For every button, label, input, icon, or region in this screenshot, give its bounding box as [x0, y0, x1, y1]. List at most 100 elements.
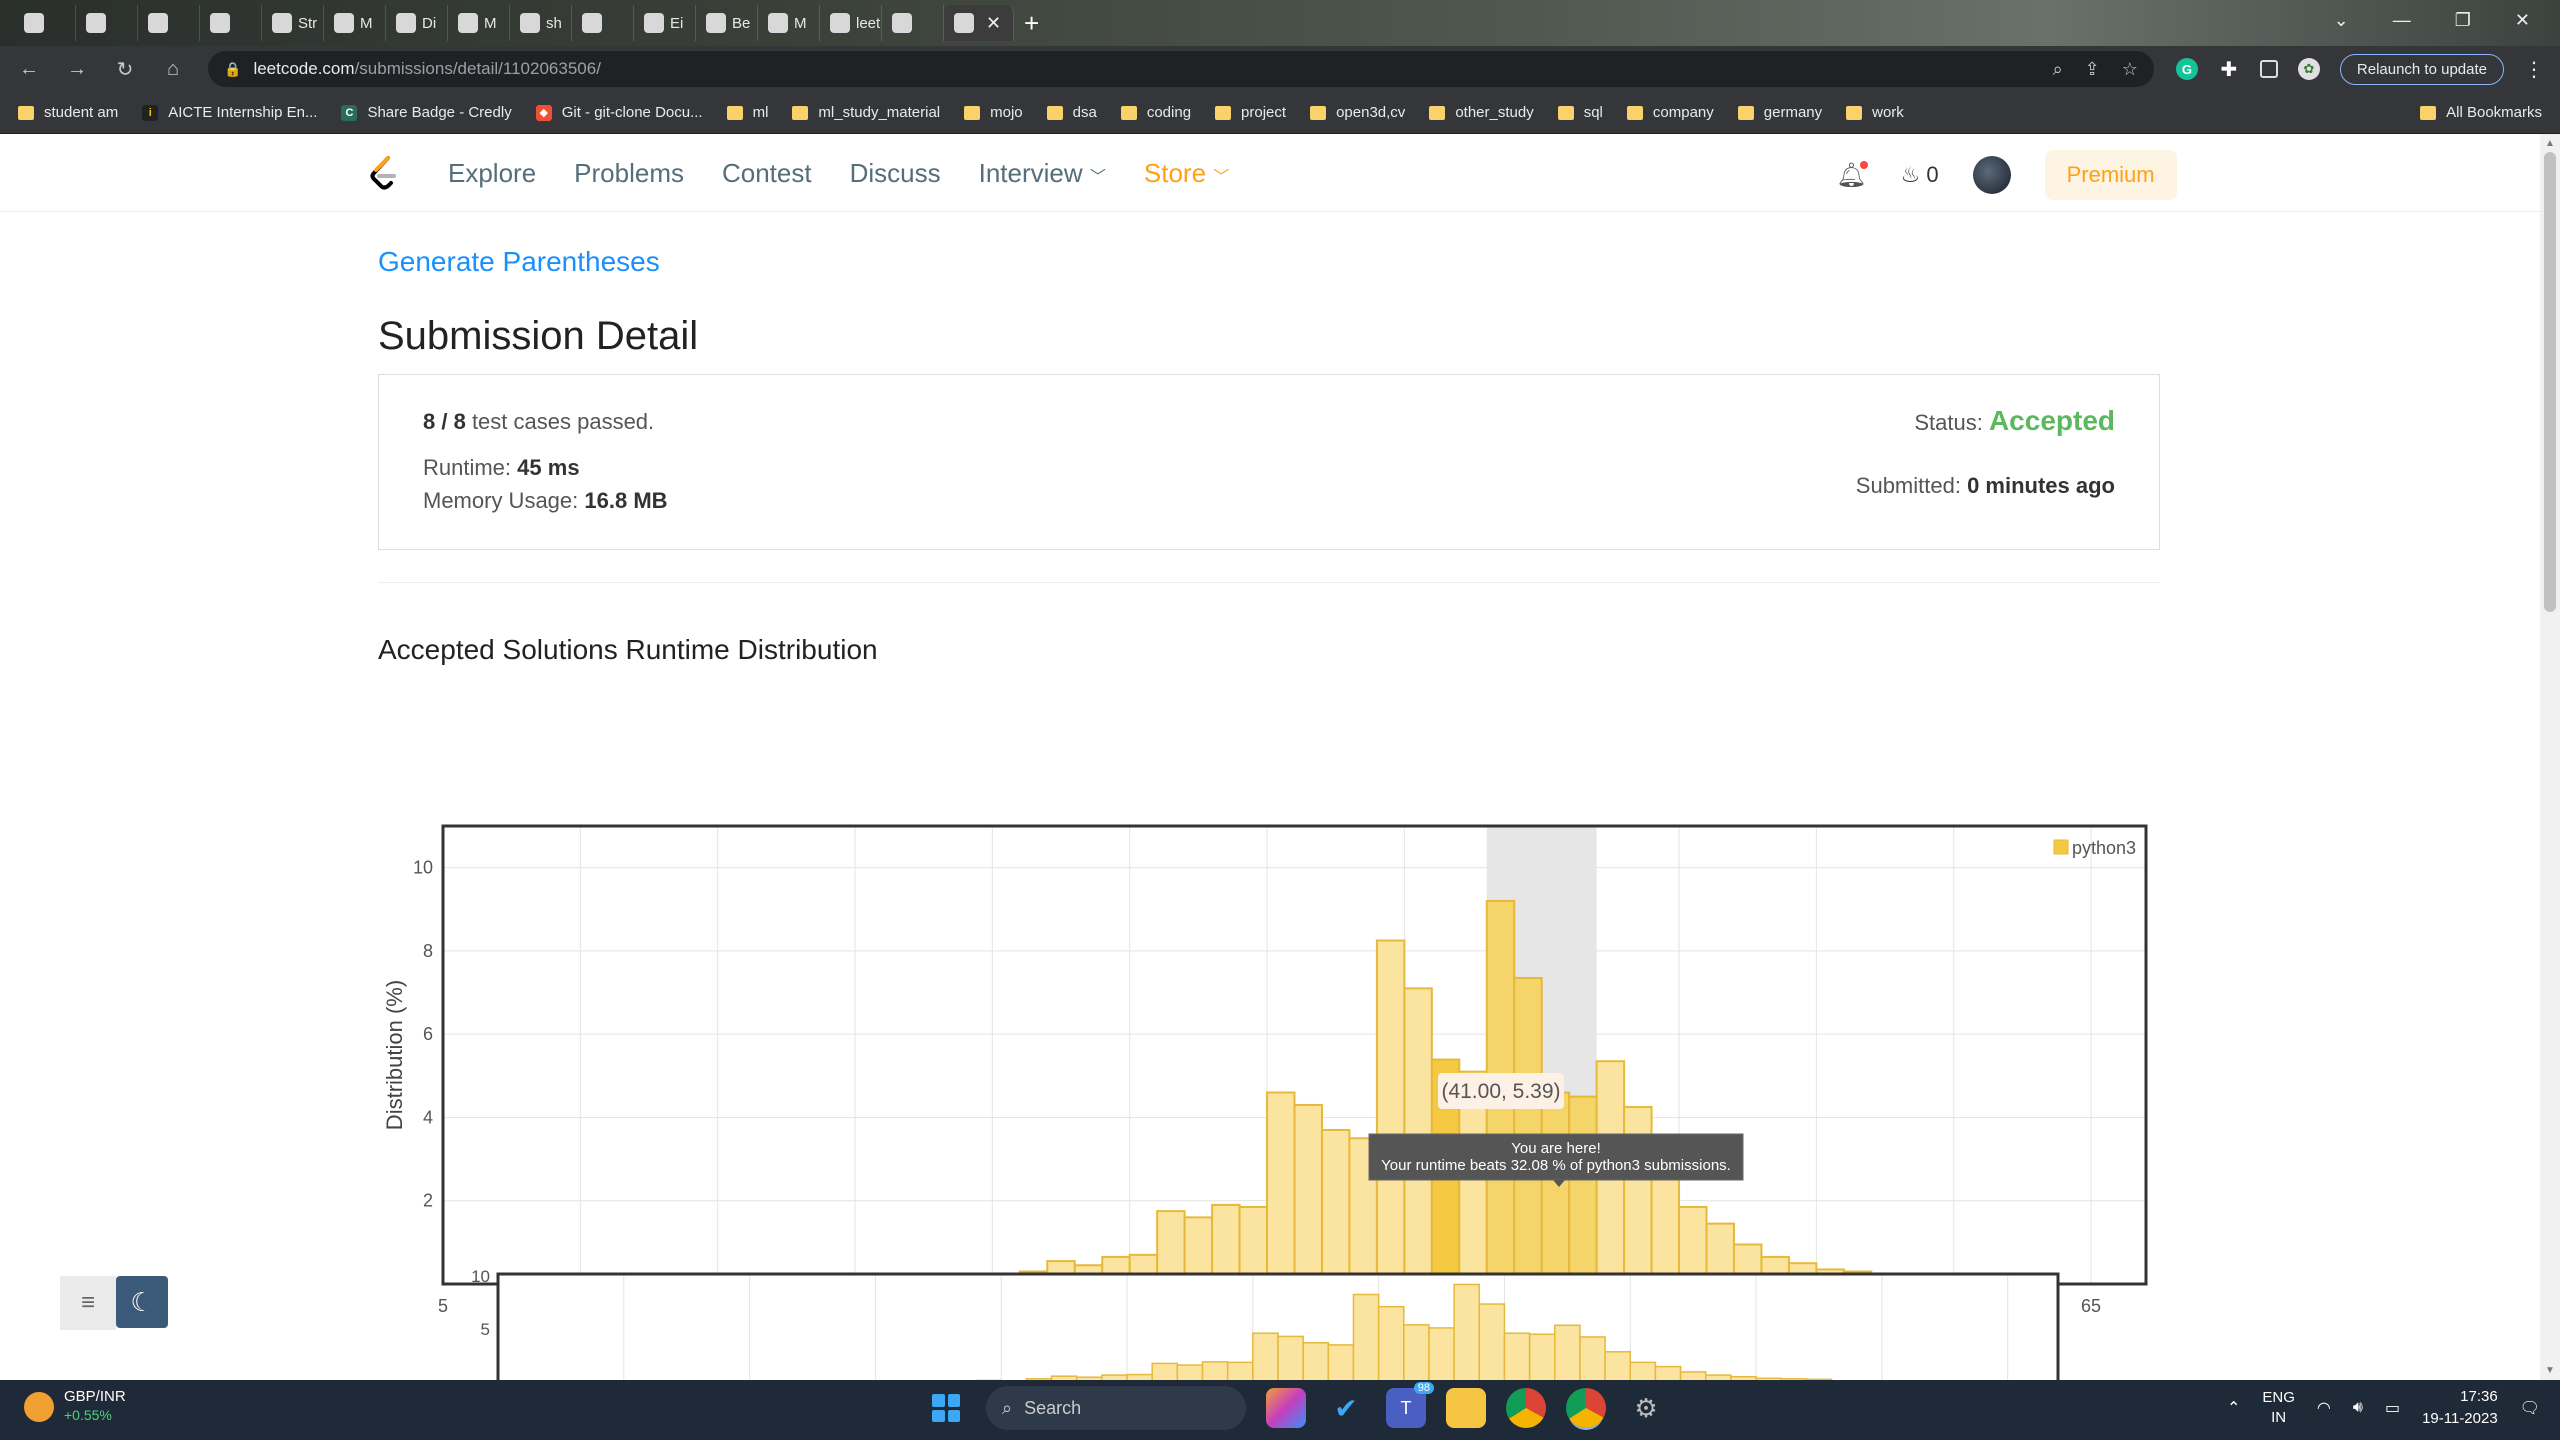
- leetcode-logo-icon[interactable]: [366, 154, 402, 194]
- browser-tab[interactable]: leet: [820, 5, 882, 41]
- tray-overflow-icon[interactable]: ⌃: [2227, 1398, 2240, 1418]
- histogram-bar[interactable]: [1266, 1091, 1296, 1285]
- taskbar-search[interactable]: ⌕ Search: [986, 1386, 1246, 1430]
- extensions-icon[interactable]: ✚: [2218, 58, 2240, 81]
- scroll-up-icon[interactable]: ▲: [2545, 138, 2555, 149]
- bookmark-item[interactable]: coding: [1120, 104, 1191, 121]
- histogram-bar[interactable]: [1568, 1095, 1598, 1285]
- browser-tab[interactable]: [138, 5, 200, 41]
- teams-icon[interactable]: T 98: [1386, 1382, 1434, 1428]
- bookmark-item[interactable]: student am: [18, 104, 118, 121]
- chrome-icon[interactable]: [1506, 1388, 1546, 1428]
- problem-title-link[interactable]: Generate Parentheses: [378, 246, 660, 278]
- new-tab-icon[interactable]: +: [1024, 8, 1039, 39]
- address-bar[interactable]: 🔒 leetcode.com/submissions/detail/110206…: [208, 51, 2154, 87]
- bookmark-item[interactable]: sql: [1557, 104, 1603, 121]
- histogram-bar[interactable]: [1375, 939, 1406, 1285]
- histogram-bar[interactable]: [1320, 1128, 1351, 1286]
- runtime-overview-chart[interactable]: 10 5: [460, 1264, 2080, 1380]
- nav-interview[interactable]: Interview ﹀: [979, 158, 1106, 189]
- stock-widget[interactable]: GBP/INR +0.55%: [24, 1388, 126, 1425]
- volume-icon[interactable]: 🔊︎: [2353, 1399, 2363, 1417]
- histogram-bar[interactable]: [1540, 1091, 1571, 1285]
- relaunch-button[interactable]: Relaunch to update: [2339, 53, 2504, 85]
- language-indicator[interactable]: ENG IN: [2262, 1388, 2295, 1428]
- chrome-active-icon[interactable]: [1566, 1388, 1606, 1428]
- reload-icon[interactable]: ↻: [112, 56, 138, 82]
- browser-tab[interactable]: ✕: [944, 5, 1014, 41]
- bookmark-item[interactable]: ◆ Git - git-clone Docu...: [535, 104, 703, 121]
- windows-start-icon[interactable]: [926, 1388, 966, 1428]
- copilot-icon[interactable]: [1266, 1388, 1306, 1428]
- nav-explore[interactable]: Explore: [448, 158, 536, 189]
- wifi-icon[interactable]: ◠: [2317, 1398, 2331, 1418]
- nav-discuss[interactable]: Discuss: [850, 158, 941, 189]
- browser-tab[interactable]: [14, 5, 76, 41]
- bookmark-item[interactable]: open3d,cv: [1310, 104, 1405, 121]
- bookmark-star-icon[interactable]: ☆: [2122, 59, 2138, 80]
- zoom-icon[interactable]: ⌕: [2053, 59, 2063, 80]
- maximize-icon[interactable]: ❐: [2455, 10, 2471, 31]
- notification-bell-icon[interactable]: 🔔︎: [1836, 160, 1869, 190]
- nav-problems[interactable]: Problems: [574, 158, 684, 189]
- browser-tab[interactable]: Di: [386, 5, 448, 41]
- histogram-bar[interactable]: [1513, 976, 1543, 1285]
- bookmark-item[interactable]: company: [1626, 104, 1714, 121]
- browser-tab[interactable]: [572, 5, 634, 41]
- clock[interactable]: 17:36 19-11-2023: [2422, 1386, 2498, 1430]
- dark-mode-icon[interactable]: ☾: [116, 1276, 168, 1328]
- close-tab-icon[interactable]: ✕: [986, 13, 1001, 34]
- home-icon[interactable]: ⌂: [160, 56, 186, 82]
- minimize-icon[interactable]: —: [2393, 10, 2411, 31]
- settings-icon[interactable]: ⚙: [1626, 1388, 1666, 1428]
- bookmark-item[interactable]: mojo: [964, 104, 1023, 121]
- browser-tab[interactable]: M: [324, 5, 386, 41]
- grammarly-icon[interactable]: G: [2175, 58, 2198, 80]
- todo-icon[interactable]: ✔: [1326, 1388, 1366, 1428]
- browser-tab[interactable]: Be: [696, 5, 758, 41]
- bookmark-item[interactable]: ml: [726, 104, 768, 121]
- nav-contest[interactable]: Contest: [722, 158, 812, 189]
- notification-center-icon[interactable]: 🗨︎: [2520, 1398, 2540, 1418]
- folder-icon: [18, 105, 34, 120]
- bookmark-item[interactable]: ml_study_material: [792, 104, 940, 121]
- back-icon[interactable]: ←: [16, 56, 42, 82]
- scroll-down-icon[interactable]: ▼: [2545, 1365, 2555, 1376]
- file-explorer-icon[interactable]: [1446, 1388, 1486, 1428]
- browser-tab[interactable]: Str: [262, 5, 324, 41]
- browser-tab[interactable]: sh: [510, 5, 572, 41]
- browser-tab[interactable]: [882, 5, 944, 41]
- premium-button[interactable]: Premium: [2044, 150, 2177, 200]
- bookmark-item[interactable]: germany: [1737, 104, 1822, 121]
- bookmark-item[interactable]: C Share Badge - Credly: [341, 104, 512, 121]
- bookmark-item[interactable]: dsa: [1046, 104, 1097, 121]
- streak-counter[interactable]: ♨ 0: [1900, 162, 1938, 188]
- profile-avatar-icon[interactable]: ✿: [2297, 58, 2320, 80]
- bookmark-item[interactable]: work: [1846, 104, 1904, 121]
- bookmark-item[interactable]: i AICTE Internship En...: [142, 104, 317, 121]
- battery-icon[interactable]: ▭: [2385, 1398, 2400, 1418]
- browser-tab[interactable]: [76, 5, 138, 41]
- share-icon[interactable]: ⇪: [2085, 59, 2100, 80]
- close-window-icon[interactable]: ✕: [2515, 10, 2530, 31]
- bookmark-item[interactable]: project: [1215, 104, 1286, 121]
- all-bookmarks[interactable]: All Bookmarks: [2420, 104, 2542, 121]
- side-panel-icon[interactable]: [2259, 60, 2278, 78]
- scrollbar-thumb[interactable]: [2544, 152, 2556, 612]
- browser-tab[interactable]: Ei: [634, 5, 696, 41]
- x-tick-label: 5: [438, 1296, 448, 1316]
- tab-search-icon[interactable]: ⌄: [2334, 10, 2349, 31]
- menu-icon[interactable]: ≡: [60, 1276, 116, 1330]
- forward-icon[interactable]: →: [64, 56, 90, 82]
- browser-tab[interactable]: M: [448, 5, 510, 41]
- runtime-distribution-chart[interactable]: 5101520253035404550556065246810Runtime (…: [378, 684, 2158, 1344]
- histogram-bar[interactable]: [1293, 1103, 1323, 1285]
- page-scrollbar[interactable]: ▲ ▼: [2540, 134, 2560, 1380]
- chrome-menu-icon[interactable]: ⋮: [2524, 57, 2544, 82]
- browser-tab[interactable]: M: [758, 5, 820, 41]
- lock-icon[interactable]: 🔒: [224, 61, 241, 78]
- user-avatar[interactable]: [1972, 156, 2011, 194]
- bookmark-item[interactable]: other_study: [1429, 104, 1534, 121]
- nav-store[interactable]: Store ﹀: [1144, 158, 1229, 189]
- browser-tab[interactable]: [200, 5, 262, 41]
